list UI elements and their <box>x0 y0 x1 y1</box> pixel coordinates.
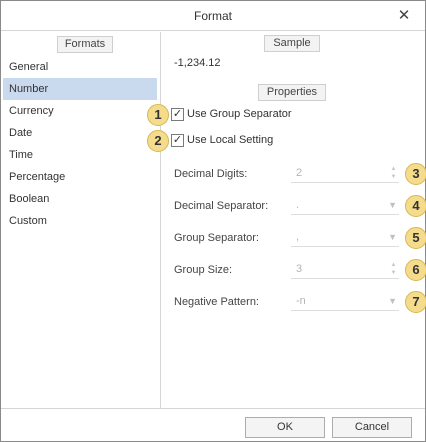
callout-badge: 3 <box>405 163 426 185</box>
group-separator-label: Group Separator: <box>174 232 259 244</box>
spin-buttons[interactable]: ▲ ▼ <box>389 165 398 181</box>
dialog-footer: OK Cancel <box>1 408 425 441</box>
dialog-title: Format <box>193 9 232 23</box>
callout-badge: 6 <box>405 259 426 281</box>
chevron-down-icon[interactable]: ▼ <box>388 197 397 213</box>
format-item-date[interactable]: Date <box>3 122 157 144</box>
checkmark-icon: ✓ <box>172 108 183 120</box>
group-size-label: Group Size: <box>174 264 233 276</box>
decimal-separator-value: . <box>296 199 300 211</box>
sample-header: Sample <box>264 35 320 52</box>
properties-header: Properties <box>258 84 326 101</box>
use-local-setting-checkbox[interactable]: ✓ <box>171 134 184 147</box>
callout-badge: 1 <box>147 104 169 126</box>
spin-down-icon[interactable]: ▼ <box>389 269 398 277</box>
format-item-currency[interactable]: Currency <box>3 100 157 122</box>
spin-up-icon[interactable]: ▲ <box>389 165 398 173</box>
callout-badge: 2 <box>147 130 169 152</box>
decimal-digits-value: 2 <box>296 167 303 179</box>
cancel-button[interactable]: Cancel <box>332 417 412 438</box>
negative-pattern-dropdown[interactable]: -n ▼ <box>291 293 399 311</box>
decimal-separator-dropdown[interactable]: . ▼ <box>291 197 399 215</box>
formats-panel: Formats General Number Currency Date Tim… <box>1 32 161 408</box>
chevron-down-icon[interactable]: ▼ <box>388 229 397 245</box>
format-dialog: Format ✕ Formats General Number Currency… <box>0 0 426 442</box>
negative-pattern-value: -n <box>296 295 306 307</box>
sample-value: -1,234.12 <box>174 57 221 69</box>
checkmark-icon: ✓ <box>172 134 183 146</box>
format-item-time[interactable]: Time <box>3 144 157 166</box>
decimal-digits-label: Decimal Digits: <box>174 168 248 180</box>
format-item-general[interactable]: General <box>3 56 157 78</box>
use-local-setting-label: Use Local Setting <box>187 134 274 146</box>
chevron-down-icon[interactable]: ▼ <box>388 293 397 309</box>
decimal-separator-label: Decimal Separator: <box>174 200 269 212</box>
decimal-digits-input[interactable]: 2 ▲ ▼ <box>291 165 399 183</box>
formats-list: General Number Currency Date Time Percen… <box>3 56 157 232</box>
format-item-percentage[interactable]: Percentage <box>3 166 157 188</box>
spin-up-icon[interactable]: ▲ <box>389 261 398 269</box>
format-item-number[interactable]: Number <box>3 78 157 100</box>
negative-pattern-label: Negative Pattern: <box>174 296 259 308</box>
ok-button[interactable]: OK <box>245 417 325 438</box>
format-item-boolean[interactable]: Boolean <box>3 188 157 210</box>
group-size-value: 3 <box>296 263 303 275</box>
title-bar: Format ✕ <box>1 1 425 31</box>
callout-badge: 5 <box>405 227 426 249</box>
format-item-custom[interactable]: Custom <box>3 210 157 232</box>
spin-down-icon[interactable]: ▼ <box>389 173 398 181</box>
spin-buttons[interactable]: ▲ ▼ <box>389 261 398 277</box>
close-icon[interactable]: ✕ <box>395 6 413 26</box>
use-group-separator-label: Use Group Separator <box>187 108 292 120</box>
group-size-input[interactable]: 3 ▲ ▼ <box>291 261 399 279</box>
formats-header: Formats <box>57 36 113 53</box>
group-separator-dropdown[interactable]: , ▼ <box>291 229 399 247</box>
callout-badge: 7 <box>405 291 426 313</box>
group-separator-value: , <box>296 231 300 243</box>
use-group-separator-checkbox[interactable]: ✓ <box>171 108 184 121</box>
callout-badge: 4 <box>405 195 426 217</box>
